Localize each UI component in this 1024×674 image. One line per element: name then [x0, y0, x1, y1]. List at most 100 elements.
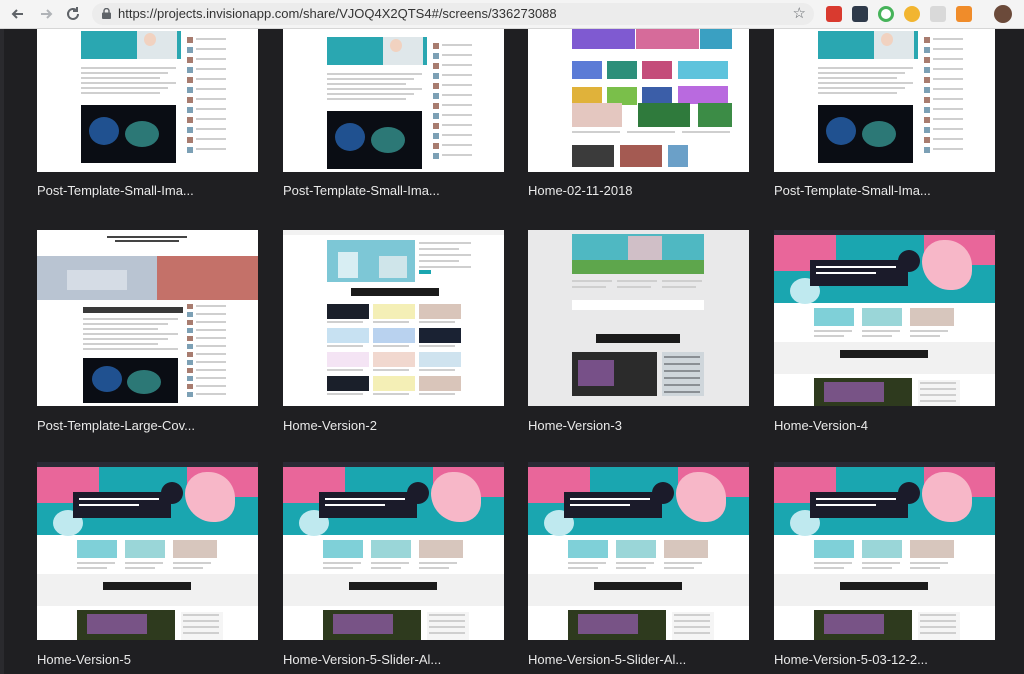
side-list	[465, 304, 504, 396]
subscribe-bar	[840, 350, 928, 358]
screen-thumbnail[interactable]	[528, 230, 749, 406]
text-line	[196, 305, 226, 307]
sidebar-thumb	[187, 368, 193, 373]
text-line	[442, 94, 472, 96]
reload-button[interactable]	[63, 4, 83, 24]
featured-image-color	[824, 382, 884, 402]
text-line	[818, 82, 913, 84]
article-thumb	[664, 540, 708, 558]
band	[774, 574, 995, 606]
screen-thumbnail[interactable]	[283, 462, 504, 640]
article-thumb	[125, 540, 165, 558]
text-line	[572, 286, 606, 288]
video-thumb	[668, 145, 688, 167]
back-button[interactable]	[8, 4, 28, 24]
text-line	[429, 614, 465, 616]
sidebar-thumb	[924, 67, 930, 73]
screen-thumbnail[interactable]	[528, 462, 749, 640]
sidebar-thumb	[187, 328, 193, 333]
text-line	[664, 356, 700, 358]
article-thumb	[678, 86, 728, 104]
screen-title[interactable]: Post-Template-Small-Ima...	[774, 183, 931, 198]
sidebar-thumb	[187, 147, 193, 153]
meta-row	[572, 300, 704, 310]
article-thumb	[862, 308, 902, 326]
text-line	[196, 118, 226, 120]
red-ext-icon[interactable]	[826, 6, 842, 22]
featured-image-color	[578, 614, 638, 634]
text-line	[327, 369, 363, 371]
text-line	[196, 377, 226, 379]
site-header	[283, 230, 504, 235]
layers-ext-icon[interactable]	[852, 6, 868, 22]
screen-title[interactable]: Home-Version-3	[528, 418, 622, 433]
text-line	[371, 567, 401, 569]
screen-title[interactable]: Home-Version-5-Slider-Al...	[528, 652, 686, 667]
screen-title[interactable]: Home-Version-5-03-12-2...	[774, 652, 928, 667]
yellow-ext-icon[interactable]	[904, 6, 920, 22]
text-line	[910, 335, 940, 337]
text-line	[910, 562, 948, 564]
article-thumb	[814, 308, 854, 326]
screen-thumbnail[interactable]	[774, 462, 995, 640]
green-circle-ext-icon[interactable]	[878, 6, 894, 22]
screen-title[interactable]: Post-Template-Large-Cov...	[37, 418, 195, 433]
screen-thumbnail[interactable]	[528, 29, 749, 172]
text-line	[81, 82, 176, 84]
screen-title[interactable]: Home-Version-5	[37, 652, 131, 667]
reload-icon	[67, 7, 79, 20]
url-text: https://projects.invisionapp.com/share/V…	[118, 6, 557, 21]
featured-image-color	[578, 360, 614, 386]
text-line	[429, 632, 465, 634]
screen-thumbnail[interactable]	[283, 230, 504, 406]
lab-robot	[379, 256, 407, 278]
screen-thumbnail[interactable]	[283, 29, 504, 172]
address-bar[interactable]: https://projects.invisionapp.com/share/V…	[92, 3, 814, 25]
screen-thumbnail[interactable]	[37, 230, 258, 406]
screen-title[interactable]: Home-Version-4	[774, 418, 868, 433]
text-line	[862, 567, 892, 569]
screen-title[interactable]: Home-Version-2	[283, 418, 377, 433]
article-thumb	[419, 376, 461, 391]
screen-title[interactable]: Home-02-11-2018	[528, 183, 633, 198]
text-line	[327, 78, 414, 80]
screen-title[interactable]: Post-Template-Small-Ima...	[37, 183, 194, 198]
text-line	[442, 54, 472, 56]
text-line	[818, 67, 913, 69]
text-line	[814, 567, 844, 569]
text-line	[419, 248, 459, 250]
screen-thumbnail[interactable]	[774, 230, 995, 406]
orange-chart-ext-icon[interactable]	[956, 6, 972, 22]
text-line	[83, 333, 178, 335]
text-line	[83, 328, 158, 330]
portrait-image	[874, 31, 914, 59]
sidebar-thumb	[187, 107, 193, 113]
text-line	[196, 58, 226, 60]
sidebar-thumb	[187, 97, 193, 103]
sidebar-thumb	[433, 133, 439, 139]
star-icon[interactable]: ☆	[793, 4, 806, 22]
screen-title[interactable]: Home-Version-5-Slider-Al...	[283, 652, 441, 667]
text-line	[570, 504, 630, 506]
text-line	[662, 280, 702, 282]
text-line	[920, 620, 956, 622]
article-thumb	[862, 540, 902, 558]
gray-ext-icon[interactable]	[930, 6, 946, 22]
text-line	[373, 393, 409, 395]
face-shape	[390, 39, 402, 52]
avatar-icon[interactable]	[994, 5, 1012, 23]
sidebar-thumb	[924, 127, 930, 133]
screen-thumbnail[interactable]	[37, 29, 258, 172]
text-line	[196, 48, 226, 50]
text-line	[323, 567, 353, 569]
screen-title[interactable]: Post-Template-Small-Ima...	[283, 183, 440, 198]
text-line	[373, 369, 409, 371]
text-line	[664, 377, 700, 379]
text-line	[442, 104, 472, 106]
forward-button[interactable]	[36, 4, 56, 24]
screen-thumbnail[interactable]	[774, 29, 995, 172]
text-line	[910, 567, 940, 569]
sidebar-thumb	[187, 304, 193, 309]
text-line	[664, 391, 700, 393]
screen-thumbnail[interactable]	[37, 462, 258, 640]
